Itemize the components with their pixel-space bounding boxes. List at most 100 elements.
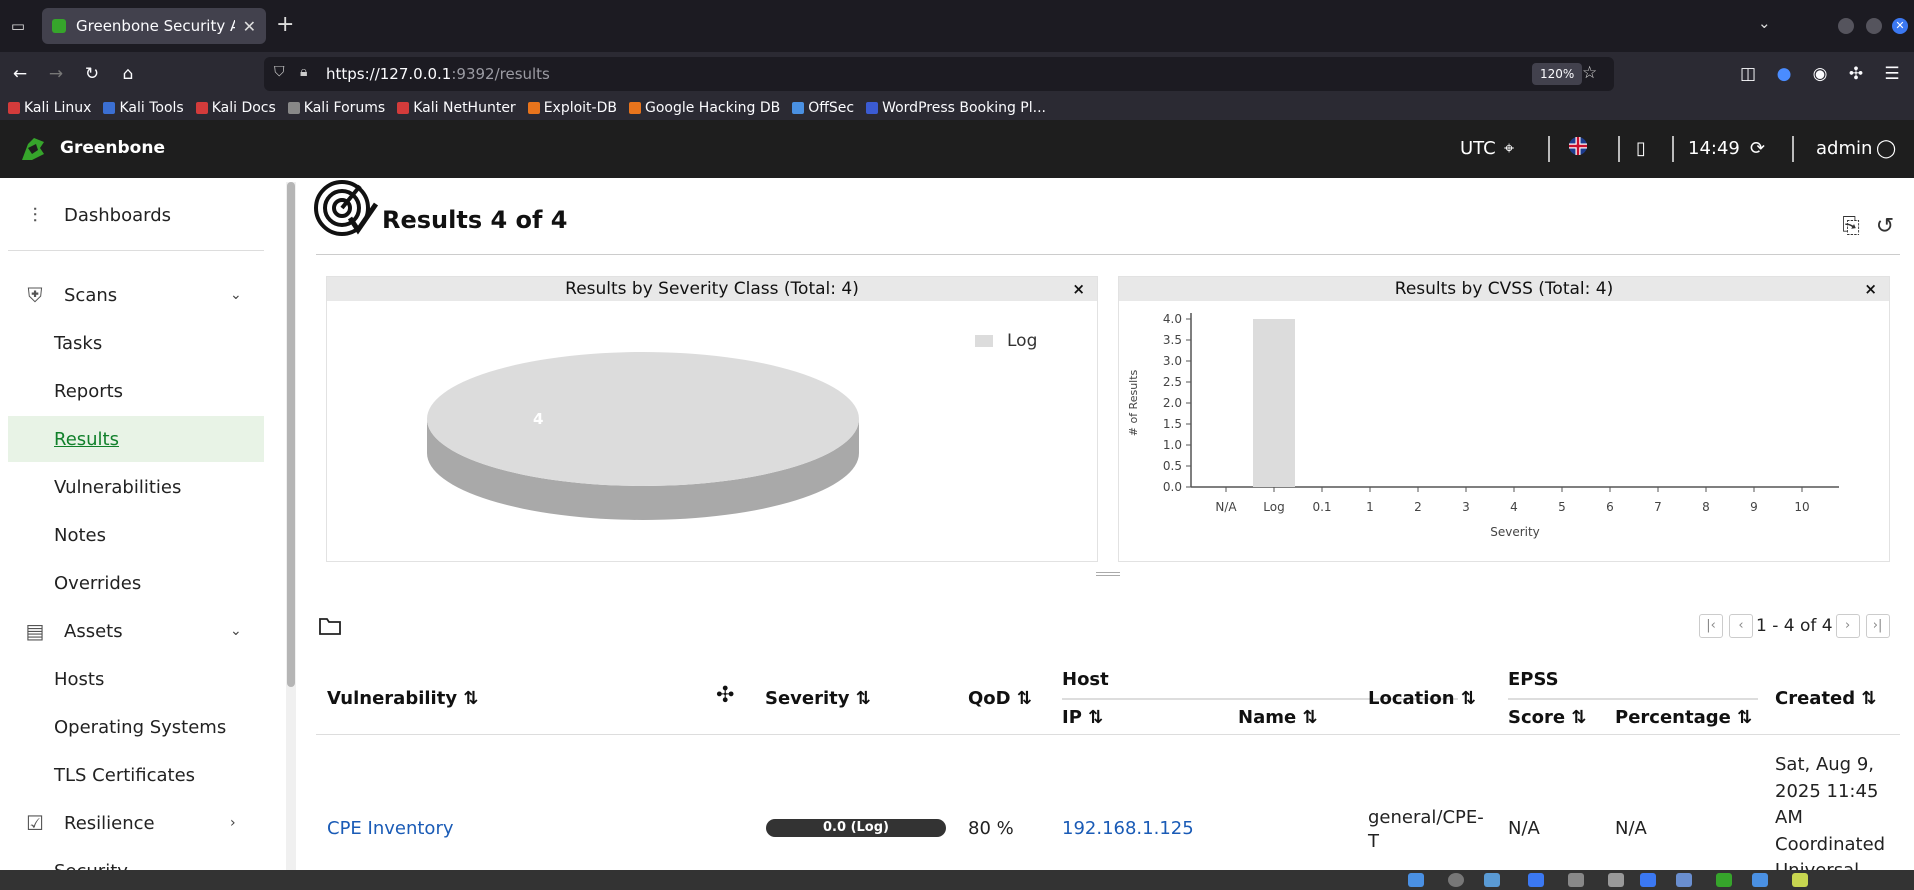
user-avatar-icon[interactable]: ◯ — [1876, 138, 1896, 159]
user-name[interactable]: admin — [1816, 138, 1872, 159]
bookmark-item[interactable]: WordPress Booking Pl... — [866, 100, 1046, 116]
taskbar-app-icon[interactable] — [1716, 873, 1732, 887]
menu-icon[interactable]: ☰ — [1880, 62, 1904, 86]
close-tab-icon[interactable]: ✕ — [243, 17, 256, 36]
greenbone-logo-icon[interactable] — [18, 134, 48, 164]
bookmark-item[interactable]: Kali NetHunter — [397, 100, 516, 116]
taskbar-app-icon[interactable] — [1792, 873, 1808, 887]
close-chart-icon[interactable]: × — [1072, 277, 1085, 301]
chevron-down-icon[interactable]: ⌄ — [230, 623, 242, 639]
y-tick-label: 3.5 — [1163, 333, 1182, 347]
column-header-severity[interactable]: Severity ⇅ — [765, 688, 871, 709]
bookmark-item[interactable]: Kali Docs — [195, 100, 276, 116]
forward-icon[interactable]: → — [44, 62, 68, 86]
sidebar-item-notes[interactable]: Notes — [8, 512, 264, 558]
reload-icon[interactable]: ↻ — [80, 62, 104, 86]
sidebar-item-vulnerabilities[interactable]: Vulnerabilities — [8, 464, 264, 510]
back-icon[interactable]: ← — [8, 62, 32, 86]
sidebar-item-tls-certificates[interactable]: TLS Certificates — [8, 752, 264, 798]
solution-type-puzzle-icon[interactable]: ✣ — [716, 683, 734, 708]
x-tick-label: 8 — [1702, 500, 1710, 514]
tab-list-icon[interactable]: ▭ — [6, 14, 30, 38]
new-filter-icon[interactable]: ⎘ — [1838, 214, 1864, 240]
extension-icon[interactable]: ● — [1772, 62, 1796, 86]
shield-icon[interactable]: ⛉ — [274, 64, 285, 80]
zoom-level-badge[interactable]: 120% — [1532, 63, 1583, 85]
account-icon[interactable]: ◉ — [1808, 62, 1832, 86]
header-divider — [1618, 136, 1620, 162]
sidebar-group-assets[interactable]: ▤ Assets ⌄ — [0, 608, 270, 654]
x-tick-label: 7 — [1654, 500, 1662, 514]
bookmark-item[interactable]: OffSec — [792, 100, 854, 116]
sidebar-item-overrides[interactable]: Overrides — [8, 560, 264, 606]
epss-score-value: N/A — [1508, 818, 1540, 839]
maximize-window-icon[interactable] — [1866, 18, 1882, 34]
language-flag-icon[interactable] — [1568, 136, 1588, 161]
taskbar-app-icon[interactable] — [1676, 873, 1692, 887]
taskbar-app-icon[interactable] — [1484, 873, 1500, 887]
previous-page-icon[interactable]: ‹ — [1729, 614, 1753, 638]
browser-tab-active[interactable]: Greenbone Security Assis ✕ — [42, 8, 266, 44]
chevron-right-icon[interactable]: › — [230, 815, 236, 831]
column-header-location[interactable]: Location ⇅ — [1368, 688, 1476, 709]
bookmark-item[interactable]: Kali Forums — [287, 100, 385, 116]
taskbar-app-icon[interactable] — [1640, 873, 1656, 887]
sidebar-item-operating-systems[interactable]: Operating Systems — [8, 704, 264, 750]
refresh-icon[interactable]: ⟳ — [1750, 138, 1765, 159]
sidebar-group-scans[interactable]: ⛨ Scans ⌄ — [0, 272, 270, 318]
pocket-icon[interactable]: ◫ — [1736, 62, 1760, 86]
first-page-icon[interactable]: |‹ — [1699, 614, 1723, 638]
legend-swatch — [975, 335, 993, 347]
bookmark-item[interactable]: Kali Linux — [8, 100, 91, 116]
sidebar-item-tasks[interactable]: Tasks — [8, 320, 264, 366]
sidebar-item-security[interactable]: Security — [8, 848, 264, 871]
app-brand[interactable]: Greenbone — [60, 138, 165, 158]
taskbar-app-icon[interactable] — [1528, 873, 1544, 887]
taskbar-app-icon[interactable] — [1408, 873, 1424, 887]
column-header-qod[interactable]: QoD ⇅ — [968, 688, 1032, 709]
extensions-puzzle-icon[interactable]: ✣ — [1844, 62, 1868, 86]
last-page-icon[interactable]: ›| — [1865, 614, 1890, 638]
column-header-created[interactable]: Created ⇅ — [1775, 688, 1877, 709]
bookmark-label: Google Hacking DB — [644, 100, 781, 116]
new-tab-icon[interactable]: + — [276, 12, 294, 38]
epss-header-rule — [1508, 698, 1758, 700]
close-window-icon[interactable]: ✕ — [1892, 18, 1908, 34]
column-header-percentage[interactable]: Percentage ⇅ — [1615, 707, 1752, 728]
bookmark-item[interactable]: Kali Tools — [103, 100, 184, 116]
column-header-score[interactable]: Score ⇅ — [1508, 707, 1586, 728]
lock-icon[interactable]: 🔒︎ — [300, 64, 307, 80]
close-chart-icon[interactable]: × — [1864, 277, 1877, 301]
column-header-name[interactable]: Name ⇅ — [1238, 707, 1318, 728]
taskbar-app-icon[interactable] — [1568, 873, 1584, 887]
host-ip-link[interactable]: 192.168.1.125 — [1062, 818, 1194, 839]
sidebar-group-resilience[interactable]: ☑ Resilience › — [0, 800, 270, 846]
bookmark-item[interactable]: Exploit-DB — [527, 100, 617, 116]
sidebar-item-hosts[interactable]: Hosts — [8, 656, 264, 702]
taskbar-app-icon[interactable] — [1608, 873, 1624, 887]
chart-resize-handle[interactable] — [1096, 572, 1120, 576]
taskbar-app-icon[interactable] — [1752, 873, 1768, 887]
home-icon[interactable]: ⌂ — [116, 62, 140, 86]
manual-book-icon[interactable]: ▯ — [1636, 138, 1646, 159]
chevron-down-icon[interactable]: ⌄ — [1758, 14, 1771, 32]
folder-icon[interactable] — [318, 616, 342, 636]
vulnerability-link[interactable]: CPE Inventory — [327, 818, 454, 839]
sidebar-item-reports[interactable]: Reports — [8, 368, 264, 414]
column-header-vulnerability[interactable]: Vulnerability ⇅ — [327, 688, 478, 709]
next-page-icon[interactable]: › — [1835, 614, 1860, 638]
minimize-window-icon[interactable] — [1838, 18, 1854, 34]
clock-time: 14:49 — [1688, 138, 1740, 159]
location-pin-icon[interactable]: ⌖ — [1504, 138, 1514, 159]
sidebar-item-results[interactable]: Results — [8, 416, 264, 462]
sidebar-scrollbar-thumb[interactable] — [287, 182, 295, 687]
column-header-ip[interactable]: IP ⇅ — [1062, 707, 1103, 728]
reset-filter-icon[interactable]: ↺ — [1872, 214, 1898, 240]
sidebar-item-dashboards[interactable]: ⫶ Dashboards — [0, 192, 270, 238]
url-bar[interactable]: ⛉ 🔒︎ https://127.0.0.1:9392/results 120%… — [264, 57, 1614, 91]
bookmark-star-icon[interactable]: ☆ — [1582, 63, 1597, 83]
url-text[interactable]: https://127.0.0.1:9392/results — [326, 65, 550, 83]
taskbar-app-icon[interactable] — [1448, 873, 1464, 887]
chevron-down-icon[interactable]: ⌄ — [230, 287, 242, 303]
bookmark-item[interactable]: Google Hacking DB — [628, 100, 781, 116]
